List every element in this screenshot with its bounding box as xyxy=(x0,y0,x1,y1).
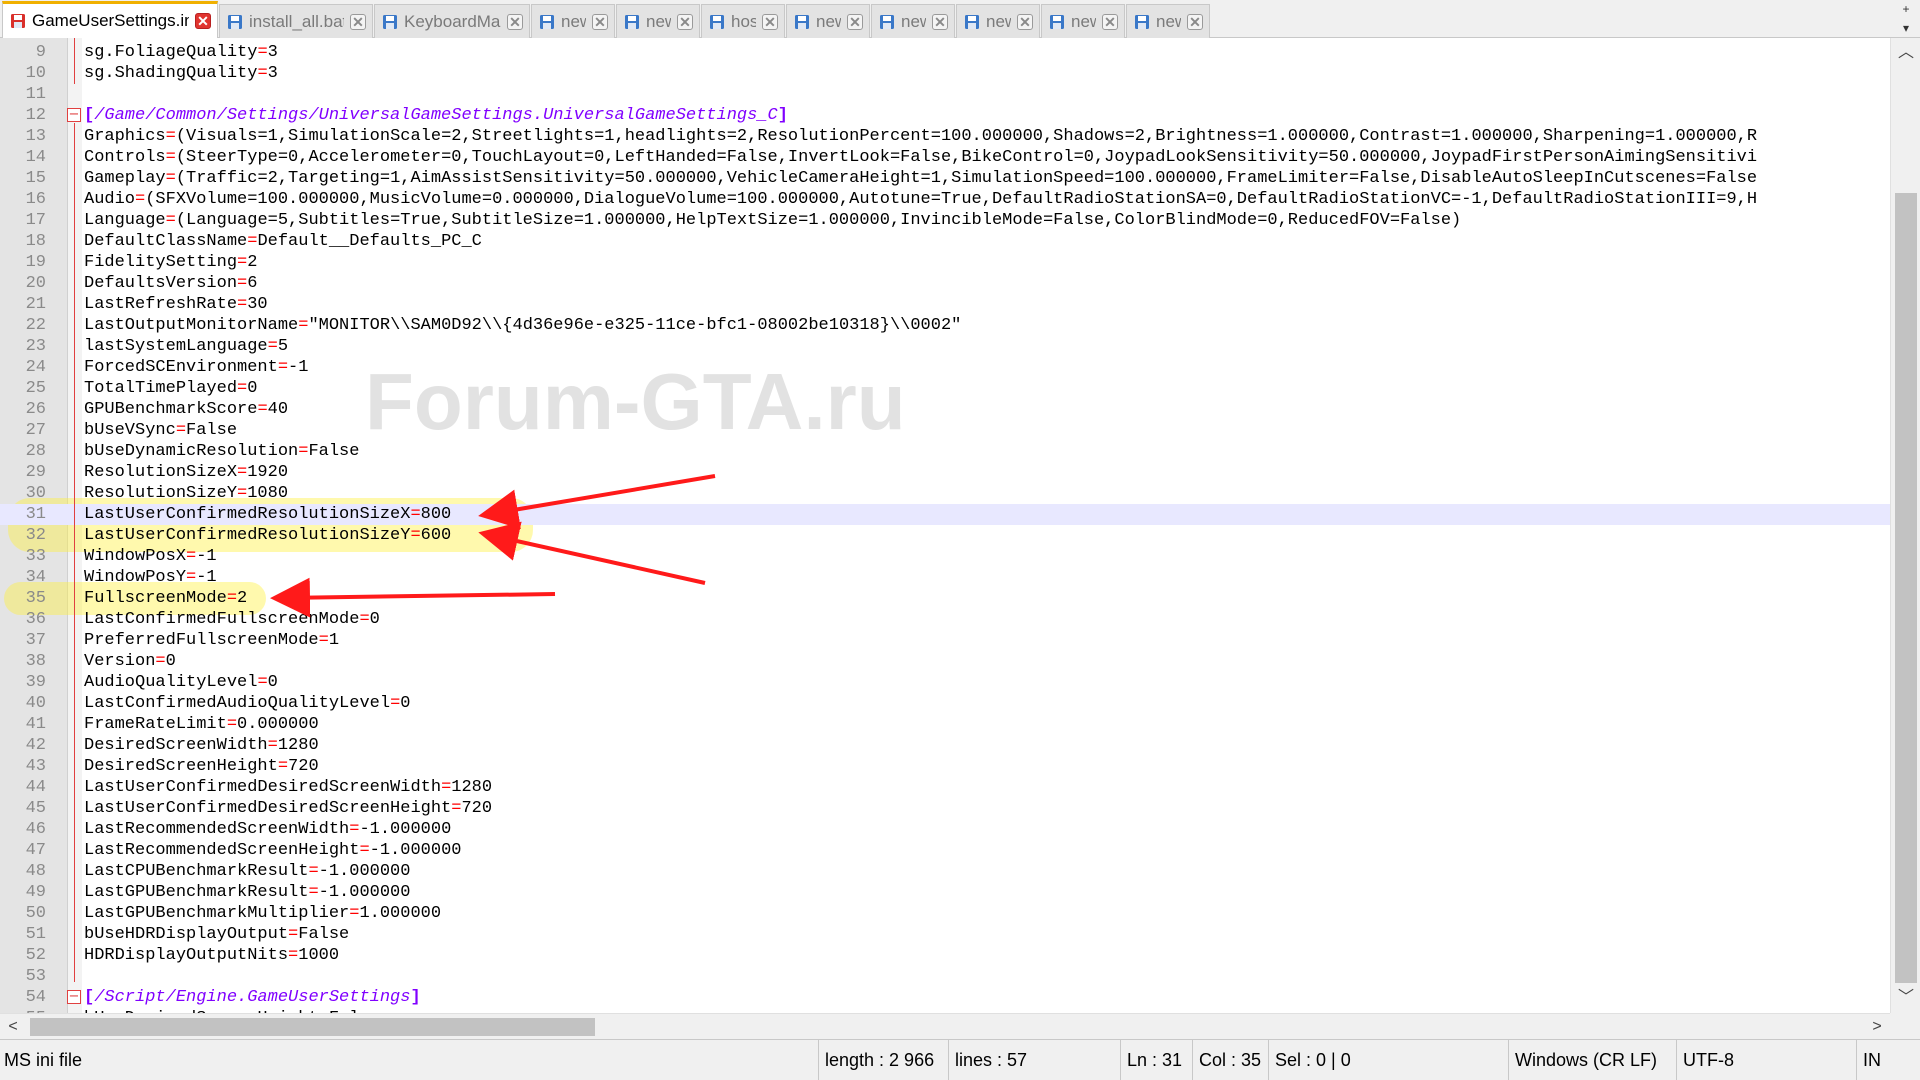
status-bar: MS ini file length : 2 966 lines : 57 Ln… xyxy=(0,1039,1920,1080)
scroll-down-icon[interactable]: ﹀ xyxy=(1891,983,1920,1013)
new-tab-icon[interactable]: + xyxy=(1892,0,1920,19)
status-length: length : 2 966 xyxy=(818,1040,948,1080)
close-tab-icon[interactable]: ✕ xyxy=(847,13,863,30)
blue-floppy-icon xyxy=(623,13,641,31)
blue-floppy-icon xyxy=(793,13,811,31)
tab-5[interactable]: new 2 ✕ xyxy=(616,4,700,38)
status-insert-mode[interactable]: IN xyxy=(1856,1040,1920,1080)
tab-8[interactable]: new 4 ✕ xyxy=(871,4,955,38)
status-selection: Sel : 0 | 0 xyxy=(1268,1040,1508,1080)
blue-floppy-icon xyxy=(226,13,244,31)
tab-scroll-arrows[interactable]: + ▾ xyxy=(1892,0,1920,38)
text-editor[interactable]: 9 sg.FoliageQuality=3 10 sg.ShadingQuality=… xyxy=(0,38,1920,1013)
tab-list-icon[interactable]: ▾ xyxy=(1892,19,1920,38)
tab-label: new 2 xyxy=(646,11,671,31)
annotation-arrow xyxy=(478,474,716,530)
tab-label: new 3 xyxy=(816,11,841,31)
blue-floppy-icon xyxy=(963,13,981,31)
tab-10[interactable]: new 6 ✕ xyxy=(1041,4,1125,38)
tab-label: new 1 xyxy=(561,11,586,31)
tab-label: new 5 xyxy=(986,11,1011,31)
blue-floppy-icon xyxy=(381,13,399,31)
horizontal-scrollbar[interactable]: < > xyxy=(0,1013,1890,1039)
tab-9[interactable]: new 5 ✕ xyxy=(956,4,1040,38)
blue-floppy-icon xyxy=(708,13,726,31)
annotation-arrow xyxy=(478,521,706,585)
vertical-scroll-thumb[interactable] xyxy=(1895,193,1917,983)
annotation-arrows xyxy=(270,474,716,618)
tab-1[interactable]: GameUserSettings.ini ✕ xyxy=(2,1,218,38)
blue-floppy-icon xyxy=(1048,13,1066,31)
close-tab-icon[interactable]: ✕ xyxy=(762,13,778,30)
close-tab-icon[interactable]: ✕ xyxy=(195,13,211,29)
tab-2[interactable]: install_all.bat ✕ xyxy=(219,4,373,38)
close-tab-icon[interactable]: ✕ xyxy=(350,13,366,30)
scroll-right-icon[interactable]: > xyxy=(1864,1014,1890,1040)
scroll-left-icon[interactable]: < xyxy=(0,1014,26,1040)
scrollbar-corner xyxy=(1890,1013,1920,1039)
close-tab-icon[interactable]: ✕ xyxy=(1017,13,1033,30)
annotation-arrow xyxy=(270,577,556,618)
status-filetype: MS ini file xyxy=(4,1050,83,1070)
tab-label: KeyboardMappings.cfg xyxy=(404,11,501,31)
close-tab-icon[interactable]: ✕ xyxy=(1187,13,1203,30)
status-eol-format[interactable]: Windows (CR LF) xyxy=(1508,1040,1676,1080)
close-tab-icon[interactable]: ✕ xyxy=(592,13,608,30)
tab-4[interactable]: new 1 ✕ xyxy=(531,4,615,38)
blue-floppy-icon xyxy=(878,13,896,31)
tab-label: hosts xyxy=(731,11,756,31)
horizontal-scroll-thumb[interactable] xyxy=(30,1018,595,1036)
close-tab-icon[interactable]: ✕ xyxy=(507,13,523,30)
blue-floppy-icon xyxy=(538,13,556,31)
close-tab-icon[interactable]: ✕ xyxy=(677,13,693,30)
close-tab-icon[interactable]: ✕ xyxy=(932,13,948,30)
tab-3[interactable]: KeyboardMappings.cfg ✕ xyxy=(374,4,530,38)
red-floppy-icon xyxy=(9,12,27,30)
status-encoding[interactable]: UTF-8 xyxy=(1676,1040,1856,1080)
tab-label: install_all.bat xyxy=(249,11,344,31)
tab-11[interactable]: new 7 ✕ xyxy=(1126,4,1210,38)
tab-label: new 7 xyxy=(1156,11,1181,31)
status-column: Col : 35 xyxy=(1192,1040,1268,1080)
status-line-number: Ln : 31 xyxy=(1120,1040,1192,1080)
tab-label: new 6 xyxy=(1071,11,1096,31)
tab-label: GameUserSettings.ini xyxy=(32,11,189,30)
tab-bar: GameUserSettings.ini ✕ install_all.bat ✕ Key… xyxy=(0,0,1920,38)
tab-label: new 4 xyxy=(901,11,926,31)
tab-7[interactable]: new 3 ✕ xyxy=(786,4,870,38)
tab-6[interactable]: hosts ✕ xyxy=(701,4,785,38)
vertical-scrollbar[interactable]: ︿ ﹀ xyxy=(1890,38,1920,1013)
scroll-up-icon[interactable]: ︿ xyxy=(1891,38,1920,68)
blue-floppy-icon xyxy=(1133,13,1151,31)
status-lines: lines : 57 xyxy=(948,1040,1120,1080)
close-tab-icon[interactable]: ✕ xyxy=(1102,13,1118,30)
